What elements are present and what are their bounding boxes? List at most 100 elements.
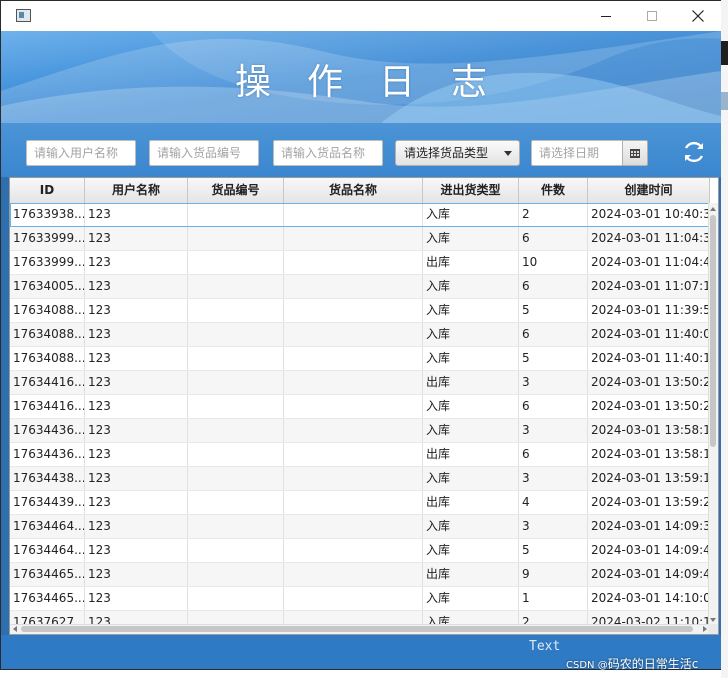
- table-row[interactable]: 17634088... 123 入库 5 2024-03-01 11:40:10: [10, 347, 710, 371]
- table-row[interactable]: 17634438... 123 入库 3 2024-03-01 13:59:11: [10, 467, 710, 491]
- cell-inout-type: 入库: [423, 203, 519, 226]
- refresh-button[interactable]: [680, 138, 708, 166]
- table-row[interactable]: 17634005... 123 入库 6 2024-03-01 11:07:14: [10, 275, 710, 299]
- table-row[interactable]: 17634465... 123 出库 9 2024-03-01 14:09:46: [10, 563, 710, 587]
- table-row[interactable]: 17634465... 123 入库 1 2024-03-01 14:10:01: [10, 587, 710, 611]
- watermark-author: 码农的日常生活c: [607, 657, 699, 671]
- cell-username: 123: [85, 539, 188, 562]
- cell-id: 17634465...: [10, 587, 85, 610]
- cell-username: 123: [85, 275, 188, 298]
- table-row[interactable]: 17634464... 123 入库 5 2024-03-01 14:09:41: [10, 539, 710, 563]
- cell-goods-name: [284, 539, 423, 562]
- username-input[interactable]: [26, 140, 136, 166]
- minimize-button[interactable]: [583, 1, 629, 31]
- goods-code-input[interactable]: [149, 140, 259, 166]
- cell-created-time: 2024-03-01 13:59:29: [588, 491, 710, 514]
- cell-goods-name: [284, 227, 423, 250]
- date-input[interactable]: [531, 140, 623, 166]
- cell-quantity: 9: [519, 563, 588, 586]
- watermark: CSDN @码农的日常生活c: [566, 655, 698, 672]
- cell-goods-name: [284, 323, 423, 346]
- cell-quantity: 6: [519, 227, 588, 250]
- cell-id: 17634465...: [10, 563, 85, 586]
- table-row[interactable]: 17634416... 123 出库 3 2024-03-01 13:50:21: [10, 371, 710, 395]
- cell-created-time: 2024-03-01 10:40:35: [588, 203, 710, 226]
- cell-username: 123: [85, 203, 188, 226]
- column-header-id[interactable]: ID: [10, 178, 85, 203]
- cell-created-time: 2024-03-01 14:09:41: [588, 539, 710, 562]
- cell-quantity: 3: [519, 467, 588, 490]
- cell-id: 17634088...: [10, 347, 85, 370]
- vertical-scrollbar[interactable]: [708, 203, 718, 626]
- table-row[interactable]: 17634088... 123 入库 5 2024-03-01 11:39:57: [10, 299, 710, 323]
- goods-type-selected-label: 请选择货品类型: [404, 146, 489, 160]
- cell-id: 17634416...: [10, 371, 85, 394]
- table-row[interactable]: 17633938... 123 入库 2 2024-03-01 10:40:35: [10, 203, 710, 227]
- scroll-up-icon[interactable]: [710, 207, 716, 211]
- cell-goods-code: [188, 515, 284, 538]
- scroll-left-icon[interactable]: [13, 626, 17, 632]
- column-header-inout-type[interactable]: 进出货类型: [423, 178, 519, 203]
- cell-id: 17633999...: [10, 251, 85, 274]
- operation-log-table[interactable]: ID 用户名称 货品编号 货品名称 进出货类型 件数 创建时间 17633938…: [9, 177, 719, 635]
- table-row[interactable]: 17633999... 123 出库 10 2024-03-01 11:04:43: [10, 251, 710, 275]
- table-row[interactable]: 17634464... 123 入库 3 2024-03-01 14:09:37: [10, 515, 710, 539]
- scroll-down-icon[interactable]: [710, 618, 716, 622]
- close-icon: [692, 10, 704, 22]
- cell-created-time: 2024-03-01 11:04:38: [588, 227, 710, 250]
- column-header-goods-name[interactable]: 货品名称: [284, 178, 423, 203]
- cell-inout-type: 出库: [423, 443, 519, 466]
- app-window: 操作日志 请选择货品类型 ID: [0, 0, 722, 670]
- date-picker-button[interactable]: [622, 140, 648, 166]
- background-window-fragment: [721, 41, 728, 65]
- cell-quantity: 6: [519, 395, 588, 418]
- cell-username: 123: [85, 251, 188, 274]
- cell-id: 17634416...: [10, 395, 85, 418]
- maximize-button[interactable]: [629, 1, 675, 31]
- cell-goods-name: [284, 419, 423, 442]
- scroll-right-icon[interactable]: [703, 626, 707, 632]
- cell-created-time: 2024-03-01 11:04:43: [588, 251, 710, 274]
- cell-inout-type: 出库: [423, 371, 519, 394]
- cell-inout-type: 入库: [423, 323, 519, 346]
- cell-goods-name: [284, 467, 423, 490]
- cell-goods-code: [188, 467, 284, 490]
- cell-quantity: 4: [519, 491, 588, 514]
- cell-username: 123: [85, 467, 188, 490]
- cell-username: 123: [85, 491, 188, 514]
- table-row[interactable]: 17633999... 123 入库 6 2024-03-01 11:04:38: [10, 227, 710, 251]
- cell-inout-type: 入库: [423, 227, 519, 250]
- cell-inout-type: 入库: [423, 347, 519, 370]
- table-row[interactable]: 17634416... 123 入库 6 2024-03-01 13:50:24: [10, 395, 710, 419]
- vertical-scroll-thumb[interactable]: [710, 215, 716, 447]
- close-button[interactable]: [675, 1, 721, 31]
- cell-inout-type: 出库: [423, 251, 519, 274]
- cell-goods-code: [188, 347, 284, 370]
- table-row[interactable]: 17634436... 123 入库 3 2024-03-01 13:58:12: [10, 419, 710, 443]
- cell-created-time: 2024-03-01 11:40:10: [588, 347, 710, 370]
- table-row[interactable]: 17634436... 123 出库 6 2024-03-01 13:58:16: [10, 443, 710, 467]
- cell-goods-name: [284, 491, 423, 514]
- cell-goods-name: [284, 275, 423, 298]
- cell-username: 123: [85, 227, 188, 250]
- column-header-username[interactable]: 用户名称: [85, 178, 188, 203]
- column-header-goods-code[interactable]: 货品编号: [188, 178, 284, 203]
- cell-id: 17634436...: [10, 419, 85, 442]
- cell-inout-type: 入库: [423, 587, 519, 610]
- column-header-created-time[interactable]: 创建时间: [588, 178, 710, 203]
- cell-inout-type: 入库: [423, 299, 519, 322]
- horizontal-scroll-thumb[interactable]: [21, 626, 693, 632]
- table-row[interactable]: 17634088... 123 入库 6 2024-03-01 11:40:04: [10, 323, 710, 347]
- table-header: ID 用户名称 货品编号 货品名称 进出货类型 件数 创建时间: [10, 178, 710, 204]
- table-row[interactable]: 17634439... 123 出库 4 2024-03-01 13:59:29: [10, 491, 710, 515]
- cell-id: 17634436...: [10, 443, 85, 466]
- refresh-icon: [684, 141, 704, 163]
- goods-type-select[interactable]: 请选择货品类型: [395, 140, 520, 166]
- goods-name-input[interactable]: [273, 140, 383, 166]
- cell-goods-code: [188, 563, 284, 586]
- column-header-quantity[interactable]: 件数: [519, 178, 588, 203]
- cell-created-time: 2024-03-01 13:50:24: [588, 395, 710, 418]
- cell-quantity: 3: [519, 419, 588, 442]
- horizontal-scrollbar[interactable]: [10, 624, 710, 634]
- cell-created-time: 2024-03-01 11:07:14: [588, 275, 710, 298]
